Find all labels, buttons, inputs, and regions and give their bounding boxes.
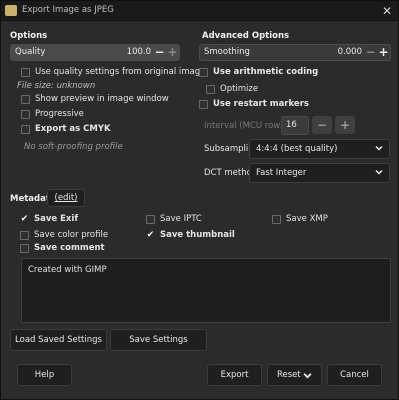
smoothing-spinscale[interactable]: Smoothing 0.000 − + <box>199 44 391 61</box>
plus-icon[interactable]: + <box>377 45 390 60</box>
load-saved-settings-button[interactable]: Load Saved Settings <box>10 329 107 351</box>
arithmetic-coding-label: Use arithmetic coding <box>213 67 319 77</box>
comment-textarea[interactable]: Created with GIMP <box>21 258 391 323</box>
title-bar: Export Image as JPEG ✕ <box>1 1 398 21</box>
quality-spinscale[interactable]: Quality 100.0 − + <box>10 44 180 61</box>
checkbox-icon <box>21 67 30 77</box>
quality-value: 100.0 <box>126 47 151 57</box>
restart-markers-label: Use restart markers <box>213 99 309 109</box>
export-jpeg-dialog: Export Image as JPEG ✕ Options Quality 1… <box>0 0 399 400</box>
save-iptc-label: Save IPTC <box>160 214 202 224</box>
minus-icon[interactable]: − <box>153 45 166 60</box>
interval-plus-button[interactable]: + <box>335 116 355 134</box>
progressive-checkbox[interactable]: Progressive <box>21 109 84 119</box>
minus-icon[interactable]: − <box>364 45 377 60</box>
metadata-edit-button[interactable]: (edit) <box>47 189 85 207</box>
file-size-label: File size: unknown <box>17 81 96 91</box>
subsampling-value: 4:4:4 (best quality) <box>256 144 338 154</box>
save-color-profile-checkbox[interactable]: Save color profile <box>20 230 108 240</box>
restart-markers-checkbox[interactable]: Use restart markers <box>199 99 309 109</box>
optimize-checkbox[interactable]: Optimize <box>206 84 258 94</box>
export-cmyk-checkbox[interactable]: Export as CMYK <box>21 124 111 134</box>
plus-icon[interactable]: + <box>166 45 179 60</box>
arithmetic-coding-checkbox[interactable]: Use arithmetic coding <box>199 67 318 77</box>
close-icon[interactable]: ✕ <box>380 1 394 21</box>
save-xmp-label: Save XMP <box>286 214 328 224</box>
save-comment-label: Save comment <box>34 243 105 253</box>
help-button[interactable]: Help <box>17 364 72 386</box>
options-header: Options <box>10 31 48 41</box>
save-iptc-checkbox[interactable]: Save IPTC <box>146 214 202 224</box>
show-preview-checkbox[interactable]: Show preview in image window <box>21 94 169 104</box>
chevron-down-icon <box>375 169 383 175</box>
checkbox-icon <box>272 214 281 224</box>
export-cmyk-label: Export as CMYK <box>35 124 111 134</box>
save-color-profile-label: Save color profile <box>34 230 109 240</box>
advanced-options-header: Advanced Options <box>202 31 290 41</box>
window-title: Export Image as JPEG <box>22 5 114 15</box>
checkbox-icon <box>21 94 30 104</box>
checkbox-icon <box>199 67 208 77</box>
save-comment-checkbox[interactable]: Save comment <box>20 243 105 253</box>
quality-label: Quality <box>15 47 46 57</box>
interval-value: 16 <box>286 120 297 130</box>
smoothing-value: 0.000 <box>337 47 362 57</box>
dct-method-value: Fast Integer <box>256 168 307 178</box>
checkbox-icon <box>21 124 30 134</box>
show-preview-label: Show preview in image window <box>35 94 169 104</box>
dct-method-select[interactable]: Fast Integer <box>249 163 390 183</box>
checkbox-icon <box>206 84 215 94</box>
interval-input[interactable]: 16 <box>281 116 309 135</box>
checkbox-icon <box>199 99 208 109</box>
subsampling-select[interactable]: 4:4:4 (best quality) <box>249 139 390 159</box>
save-thumbnail-checkbox[interactable]: ✔ Save thumbnail <box>146 230 235 240</box>
chevron-down-icon <box>303 373 312 379</box>
save-exif-label: Save Exif <box>34 214 79 224</box>
gimp-app-icon <box>5 5 17 16</box>
comment-text: Created with GIMP <box>28 265 107 275</box>
checkbox-icon <box>146 214 155 224</box>
save-exif-checkbox[interactable]: ✔ Save Exif <box>20 214 78 224</box>
checkbox-icon <box>20 243 29 253</box>
chevron-down-icon <box>375 145 383 151</box>
checkbox-icon <box>21 109 30 119</box>
cancel-button[interactable]: Cancel <box>327 364 382 386</box>
interval-minus-button[interactable]: − <box>312 116 332 134</box>
use-quality-original-checkbox[interactable]: Use quality settings from original image <box>21 67 205 77</box>
interval-label: Interval (MCU rows): <box>204 121 291 131</box>
checkbox-icon <box>20 230 29 240</box>
smoothing-label: Smoothing <box>204 47 250 57</box>
reset-label: Reset <box>277 370 301 380</box>
reset-button[interactable]: Reset <box>267 364 322 386</box>
save-xmp-checkbox[interactable]: Save XMP <box>272 214 328 224</box>
optimize-label: Optimize <box>220 84 259 94</box>
check-icon: ✔ <box>20 213 29 224</box>
save-thumbnail-label: Save thumbnail <box>160 230 235 240</box>
use-quality-original-label: Use quality settings from original image <box>35 67 206 77</box>
soft-proofing-label: No soft-proofing profile <box>24 142 123 152</box>
check-icon: ✔ <box>146 229 155 240</box>
save-settings-button[interactable]: Save Settings <box>110 329 207 351</box>
export-button[interactable]: Export <box>207 364 262 386</box>
progressive-label: Progressive <box>35 109 84 119</box>
